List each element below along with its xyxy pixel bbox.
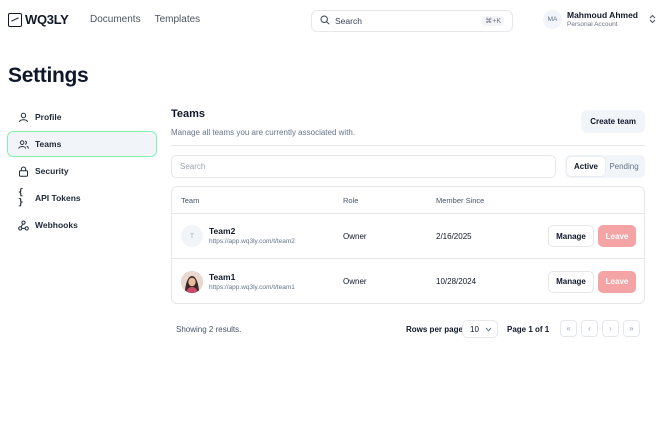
sidebar-item-security[interactable]: Security <box>7 158 157 184</box>
team-role: Owner <box>343 277 367 286</box>
rows-per-page-value: 10 <box>470 324 479 334</box>
user-info: Mahmoud Ahmed Personal Account <box>567 10 638 29</box>
create-team-button[interactable]: Create team <box>581 110 645 133</box>
sidebar-item-label: Profile <box>35 112 62 122</box>
page-indicator: Page 1 of 1 <box>507 325 550 334</box>
teams-table: Team Role Member Since T Team2 https://a… <box>171 186 645 304</box>
webhook-icon <box>18 219 29 231</box>
sidebar-item-teams[interactable]: Teams <box>7 131 157 157</box>
chevron-down-icon <box>485 325 492 334</box>
sidebar-item-profile[interactable]: Profile <box>7 104 157 130</box>
sidebar-item-label: Security <box>35 166 69 176</box>
team-avatar: T <box>181 225 203 247</box>
leave-button[interactable]: Leave <box>598 270 636 293</box>
next-page-button[interactable]: › <box>602 320 619 337</box>
table-row: T Team2 https://app.wq3ly.com/t/team2 Ow… <box>172 214 644 259</box>
leave-button[interactable]: Leave <box>598 225 636 247</box>
team-name: Team2 <box>209 226 236 236</box>
user-name: Mahmoud Ahmed <box>567 10 638 20</box>
team-url: https://app.wq3ly.com/t/team2 <box>209 238 295 245</box>
user-icon <box>18 112 29 123</box>
logo-text: WQ3LY <box>25 12 69 27</box>
team-cell: T Team2 https://app.wq3ly.com/t/team2 <box>181 225 295 247</box>
avatar: MA <box>543 10 562 29</box>
manage-button[interactable]: Manage <box>548 225 594 247</box>
team-role: Owner <box>343 231 367 241</box>
chevron-left-icon: ‹ <box>588 324 591 333</box>
tab-pending[interactable]: Pending <box>605 157 643 176</box>
table-row: Team1 https://app.wq3ly.com/t/team1 Owne… <box>172 259 644 304</box>
sidebar-item-webhooks[interactable]: Webhooks <box>7 212 157 238</box>
logo-icon <box>8 12 22 27</box>
sidebar-item-label: API Tokens <box>35 193 81 203</box>
main-nav: Documents Templates <box>90 14 200 25</box>
teams-panel: Teams Manage all teams you are currently… <box>171 104 645 338</box>
table-footer: Showing 2 results. Rows per page 10 Page… <box>171 318 645 340</box>
logo[interactable]: WQ3LY <box>8 12 69 27</box>
sidebar-item-label: Webhooks <box>35 220 78 230</box>
nav-documents[interactable]: Documents <box>90 14 141 25</box>
sidebar-item-api-tokens[interactable]: { } API Tokens <box>7 185 157 211</box>
search-icon <box>320 12 330 30</box>
page-title: Settings <box>8 64 89 87</box>
team-avatar-photo <box>181 270 203 293</box>
team-name: Team1 <box>209 271 236 282</box>
column-header-member-since: Member Since <box>436 195 485 205</box>
results-count: Showing 2 results. <box>176 325 242 334</box>
chevron-right-icon: › <box>609 324 612 333</box>
team-info: Team1 https://app.wq3ly.com/t/team1 <box>209 272 295 292</box>
section-subtitle: Manage all teams you are currently assoc… <box>171 128 356 137</box>
nav-templates[interactable]: Templates <box>155 14 201 25</box>
column-header-team: Team <box>181 195 200 205</box>
tab-active[interactable]: Active <box>567 157 605 176</box>
first-page-button[interactable]: « <box>560 320 577 337</box>
section-title: Teams <box>171 108 206 120</box>
manage-button[interactable]: Manage <box>548 270 594 293</box>
lock-icon <box>18 166 29 177</box>
chevron-up-down-icon <box>649 11 656 29</box>
teams-search-input[interactable]: Search <box>171 155 556 178</box>
rows-per-page-label: Rows per page <box>406 325 463 334</box>
global-search-label: Search <box>335 16 362 26</box>
team-cell: Team1 https://app.wq3ly.com/t/team1 <box>181 270 295 293</box>
top-bar: WQ3LY Documents Templates Search ⌘+K MA … <box>0 0 672 42</box>
braces-icon: { } <box>18 188 24 208</box>
sidebar-item-label: Teams <box>35 139 62 149</box>
table-header: Team Role Member Since <box>172 187 644 214</box>
users-icon <box>18 139 29 150</box>
user-menu[interactable]: MA Mahmoud Ahmed Personal Account <box>543 10 656 29</box>
global-search[interactable]: Search ⌘+K <box>311 10 513 32</box>
team-url: https://app.wq3ly.com/t/team1 <box>209 283 295 291</box>
search-shortcut: ⌘+K <box>482 16 504 26</box>
chevrons-right-icon: » <box>629 324 634 333</box>
previous-page-button[interactable]: ‹ <box>581 320 598 337</box>
account-type: Personal Account <box>567 21 618 28</box>
settings-sidebar: Profile Teams Security { } API Tokens We… <box>7 104 157 239</box>
status-filter-tabs: Active Pending <box>565 155 645 178</box>
column-header-role: Role <box>343 195 359 205</box>
divider <box>171 145 645 146</box>
chevrons-left-icon: « <box>566 324 571 333</box>
last-page-button[interactable]: » <box>623 320 640 337</box>
team-member-since: 10/28/2024 <box>436 277 477 286</box>
rows-per-page-select[interactable]: 10 <box>462 320 498 338</box>
team-info: Team2 https://app.wq3ly.com/t/team2 <box>209 226 295 246</box>
team-member-since: 2/16/2025 <box>436 231 472 241</box>
